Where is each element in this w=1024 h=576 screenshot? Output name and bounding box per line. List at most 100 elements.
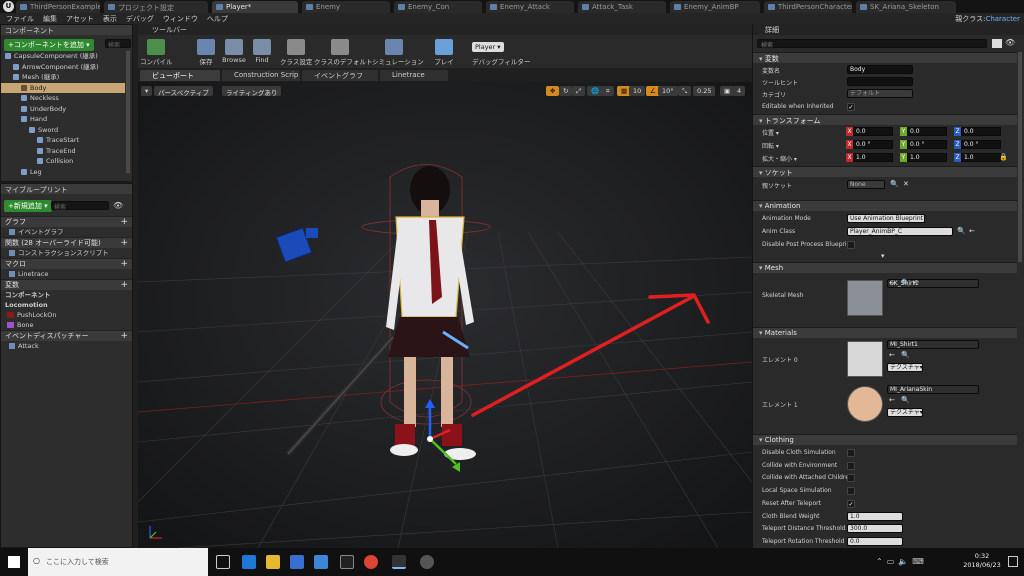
socket-search-icon[interactable]: 🔍 — [890, 180, 899, 188]
details-category[interactable]: Clothing — [753, 434, 1017, 445]
socket-clear-icon[interactable]: ✕ — [903, 180, 909, 188]
blueprint-category[interactable]: 関数 (28 オーバーライド可能) + — [1, 237, 132, 248]
parent-class-link[interactable]: Character — [985, 15, 1020, 23]
mesh-search-icon[interactable]: 🔍 — [901, 279, 910, 287]
blueprint-subcategory[interactable]: コンポーネント — [1, 290, 132, 300]
tab-enemy-attack[interactable]: Enemy_Attack — [486, 1, 574, 13]
toolbar-button[interactable]: プレイ — [428, 39, 460, 67]
view-options-icon[interactable] — [992, 39, 1002, 48]
component-tree-row[interactable]: ArrowComponent (継承) — [1, 62, 125, 73]
chrome-icon[interactable] — [364, 555, 378, 569]
lighting-button[interactable]: ライティングあり — [222, 86, 282, 97]
material-select[interactable]: MI_ArianaSkin — [887, 385, 979, 394]
tab-thirdpersonexamplemap[interactable]: ThirdPersonExampleMap* — [16, 1, 100, 13]
scale-z-input[interactable]: 1.0 — [961, 153, 1001, 162]
windows-start-icon[interactable] — [8, 556, 20, 568]
blueprint-variable[interactable]: Bone — [1, 320, 132, 330]
component-tree-row[interactable]: Sword — [1, 125, 125, 136]
component-tree-row[interactable]: Neckless — [1, 93, 125, 104]
world-local-icon[interactable]: 🌐 — [587, 86, 604, 96]
task-view-icon[interactable] — [216, 555, 230, 569]
tab-thirdpersoncharacter[interactable]: ThirdPersonCharacter — [764, 1, 852, 13]
details-category[interactable]: ソケット — [753, 166, 1017, 177]
parent-socket-input[interactable]: None — [847, 180, 885, 189]
blueprint-item[interactable]: イベントグラフ — [1, 227, 132, 237]
tab-enemy[interactable]: Enemy — [302, 1, 390, 13]
components-scrollbar[interactable] — [126, 51, 130, 173]
scale-x-input[interactable]: 1.0 — [853, 153, 893, 162]
surface-snap-icon[interactable]: ⌗ — [602, 86, 614, 96]
details-category[interactable]: Materials — [753, 327, 1017, 338]
clothing-checkbox[interactable]: ✓ — [847, 499, 855, 508]
add-new-button[interactable]: +新規追加 ▾ — [4, 200, 52, 212]
details-scrollbar[interactable] — [1018, 52, 1022, 262]
clothing-checkbox[interactable] — [847, 487, 855, 496]
blueprint-item[interactable]: コンストラクションスクリプト — [1, 248, 132, 258]
viewport[interactable]: ▾ パースペクティブ ライティングあり ✥ ↻ ⤢ 🌐 ⌗ ▦ 10 ∠ 10°… — [138, 82, 752, 548]
taskbar-search-box[interactable]: ○ ここに入力して検索 — [28, 548, 208, 576]
disable-post-process-checkbox[interactable] — [847, 241, 855, 249]
clothing-checkbox[interactable] — [847, 449, 855, 457]
variable-name-input[interactable]: Body — [847, 65, 913, 74]
details-category[interactable]: 変数 — [753, 52, 1017, 63]
blueprint-category[interactable]: 変数 + — [1, 279, 132, 290]
unreal-editor-icon[interactable] — [392, 555, 406, 569]
location-x-input[interactable]: 0.0 — [853, 127, 893, 136]
explorer-icon[interactable] — [266, 555, 280, 569]
menu-item[interactable]: ウィンドウ — [163, 14, 198, 24]
details-category[interactable]: Animation — [753, 200, 1017, 211]
material-thumbnail[interactable] — [847, 386, 883, 422]
add-icon[interactable]: + — [120, 331, 128, 342]
epic-launcher-icon[interactable] — [340, 555, 354, 569]
clothing-checkbox[interactable] — [847, 474, 855, 483]
mesh-reset-icon[interactable]: ↶ — [913, 279, 919, 287]
tooltip-input[interactable] — [847, 77, 913, 86]
mail-icon[interactable] — [314, 555, 328, 569]
editable-checkbox[interactable]: ✓ — [847, 103, 855, 111]
view-tab[interactable]: Linetrace — [380, 70, 448, 81]
tab-attack-task[interactable]: Attack_Task — [578, 1, 666, 13]
store-icon[interactable] — [290, 555, 304, 569]
rotate-tool-icon[interactable]: ↻ — [559, 86, 573, 96]
component-tree-row[interactable]: Body — [1, 82, 125, 93]
details-category[interactable]: Mesh — [753, 262, 1017, 273]
material-search-icon[interactable]: 🔍 — [901, 396, 910, 404]
add-icon[interactable]: + — [120, 259, 128, 270]
anim-class-use-icon[interactable]: ← — [969, 227, 975, 235]
texture-select[interactable]: テクスチャ▾ — [887, 408, 923, 417]
texture-select[interactable]: テクスチャ▾ — [887, 363, 923, 372]
view-tab[interactable]: ビューポート — [140, 70, 220, 81]
scale-y-input[interactable]: 1.0 — [907, 153, 947, 162]
toolbar-button[interactable]: Find — [246, 39, 278, 67]
rotation-x-input[interactable]: 0.0 ° — [853, 140, 893, 149]
view-tab[interactable]: イベントグラフ — [302, 70, 378, 81]
blueprint-subcategory[interactable]: Locomotion — [1, 300, 132, 310]
toolbar-button[interactable]: クラス設定 — [280, 39, 312, 67]
add-icon[interactable]: + — [120, 280, 128, 291]
components-search-input[interactable]: 検索 — [105, 39, 131, 49]
skeletal-mesh-thumbnail[interactable] — [847, 280, 883, 316]
blueprint-category[interactable]: イベントディスパッチャー + — [1, 330, 132, 341]
advanced-expand-icon[interactable]: ▾ — [881, 252, 885, 260]
blueprint-item[interactable]: Linetrace — [1, 269, 132, 279]
component-tree-row[interactable]: TraceStart — [1, 135, 125, 146]
menu-item[interactable]: ファイル — [6, 14, 34, 24]
add-icon[interactable]: + — [120, 238, 128, 249]
notifications-icon[interactable] — [1008, 556, 1018, 567]
translate-tool-icon[interactable]: ✥ — [546, 86, 560, 96]
scale-lock-icon[interactable]: 🔒 — [999, 153, 1008, 161]
material-thumbnail[interactable] — [847, 341, 883, 377]
taskbar-clock[interactable]: 0:32 2018/06/23 — [962, 552, 1002, 570]
animation-mode-select[interactable]: Use Animation Blueprint — [847, 214, 925, 223]
clothing-number-input[interactable]: 1.0 — [847, 511, 903, 521]
clothing-number-input[interactable]: 0.0 — [847, 536, 903, 546]
menu-item[interactable]: 編集 — [43, 14, 57, 24]
rotation-snap-value[interactable]: 10° — [658, 86, 678, 96]
toolbar-button[interactable]: クラスのデフォルト — [314, 39, 372, 67]
viewport-options-button[interactable]: ▾ — [141, 86, 153, 96]
material-use-icon[interactable]: ← — [889, 351, 895, 359]
eye-icon[interactable]: 👁 — [113, 201, 123, 210]
menu-item[interactable]: 表示 — [103, 14, 117, 24]
blueprint-category[interactable]: マクロ + — [1, 258, 132, 269]
component-tree-row[interactable]: Collision — [1, 156, 125, 167]
